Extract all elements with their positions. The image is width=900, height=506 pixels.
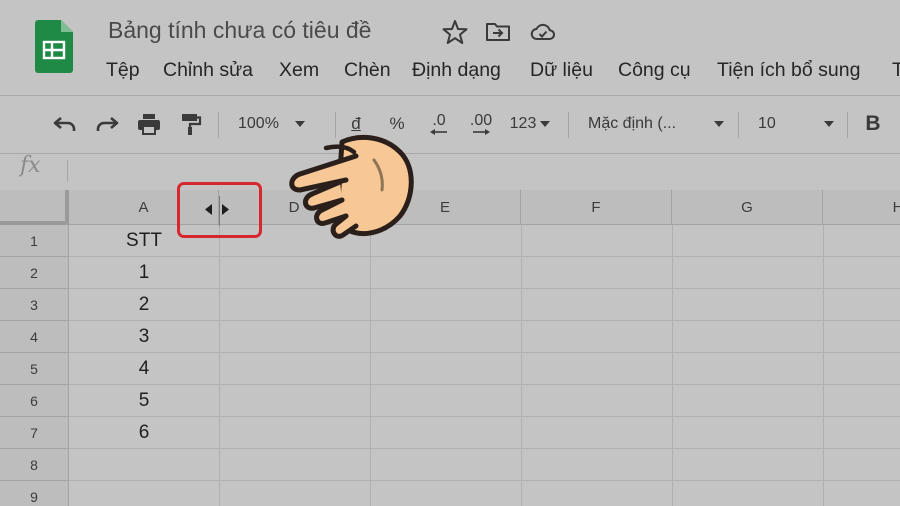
- sheets-logo-icon[interactable]: [35, 20, 73, 73]
- column-header-f[interactable]: F: [521, 190, 672, 225]
- select-all-corner[interactable]: [0, 190, 69, 225]
- menu-format[interactable]: Định dạng: [412, 59, 501, 82]
- gridline: [370, 225, 371, 506]
- menu-insert[interactable]: Chèn: [344, 59, 391, 82]
- gridline: [672, 225, 673, 506]
- paint-format-button[interactable]: [176, 104, 206, 144]
- row-header-1[interactable]: 1: [0, 225, 69, 257]
- row-header-7[interactable]: 7: [0, 417, 69, 449]
- row-header-3[interactable]: 3: [0, 289, 69, 321]
- cloud-status-icon[interactable]: [530, 19, 556, 45]
- menu-view[interactable]: Xem: [279, 59, 319, 82]
- menu-edit[interactable]: Chỉnh sửa: [163, 59, 253, 82]
- cell-a7[interactable]: 6: [69, 417, 219, 449]
- chevron-down-icon: [294, 121, 305, 127]
- gridline: [69, 480, 900, 481]
- toolbar-separator: [218, 112, 219, 138]
- row-header-6[interactable]: 6: [0, 385, 69, 417]
- paint-roller-icon: [182, 114, 202, 135]
- sheets-window: Bảng tính chưa có tiêu đề Tệp Chỉnh sửa …: [0, 0, 900, 506]
- print-button[interactable]: [134, 104, 164, 144]
- printer-icon: [138, 114, 160, 135]
- font-family-select[interactable]: Mặc định (...: [588, 104, 724, 144]
- undo-button[interactable]: [50, 104, 80, 144]
- decrease-decimal-button[interactable]: .0: [424, 104, 454, 144]
- cell-a6[interactable]: 5: [69, 385, 219, 417]
- increase-decimal-button[interactable]: .00: [464, 104, 498, 144]
- cell-a5[interactable]: 4: [69, 353, 219, 385]
- highlight-box: [177, 182, 262, 238]
- toolbar-divider: [0, 153, 900, 154]
- font-family-value: Mặc định (...: [588, 115, 677, 132]
- fx-icon: fx: [20, 153, 41, 178]
- toolbar-separator: [847, 112, 848, 138]
- cell-a3[interactable]: 2: [69, 289, 219, 321]
- gridline: [219, 225, 220, 506]
- row-header-4[interactable]: 4: [0, 321, 69, 353]
- move-to-folder-icon[interactable]: [485, 19, 511, 45]
- star-icon[interactable]: [442, 19, 468, 45]
- toolbar-separator: [738, 112, 739, 138]
- font-size-select[interactable]: 10: [758, 104, 834, 144]
- row-header-8[interactable]: 8: [0, 449, 69, 481]
- chevron-down-icon: [540, 121, 551, 127]
- formula-bar-separator: [67, 160, 68, 182]
- arrow-left-icon: [430, 129, 447, 135]
- gridline: [823, 225, 824, 506]
- row-header-9[interactable]: 9: [0, 481, 69, 506]
- menu-tools[interactable]: Công cụ: [618, 59, 691, 82]
- decrease-decimal-label: .0: [432, 112, 446, 129]
- menu-help[interactable]: T: [892, 59, 900, 82]
- cell-a2[interactable]: 1: [69, 257, 219, 289]
- redo-button[interactable]: [92, 104, 122, 144]
- pointing-hand-icon: [289, 134, 414, 239]
- chevron-down-icon: [824, 121, 834, 127]
- menu-file[interactable]: Tệp: [106, 59, 140, 82]
- increase-decimal-label: .00: [469, 112, 493, 129]
- column-header-h[interactable]: H: [823, 190, 900, 225]
- row-header-5[interactable]: 5: [0, 353, 69, 385]
- zoom-value: 100%: [238, 115, 279, 132]
- arrow-right-icon: [473, 129, 490, 135]
- row-header-2[interactable]: 2: [0, 257, 69, 289]
- chevron-down-icon: [714, 121, 724, 127]
- header-divider: [0, 95, 900, 96]
- cell-a4[interactable]: 3: [69, 321, 219, 353]
- redo-icon: [96, 117, 119, 131]
- menu-addons[interactable]: Tiện ích bổ sung: [717, 59, 860, 82]
- document-title[interactable]: Bảng tính chưa có tiêu đề: [108, 17, 371, 44]
- toolbar-separator: [568, 112, 569, 138]
- undo-icon: [53, 117, 76, 131]
- more-formats-label: 123: [509, 115, 537, 132]
- gridline: [521, 225, 522, 506]
- menu-data[interactable]: Dữ liệu: [530, 59, 593, 82]
- more-formats-button[interactable]: 123: [505, 104, 555, 144]
- spreadsheet-grid: A D E F G H 1 2 3 4 5 6 7 8 9 STT 1 2 3 …: [0, 190, 900, 506]
- column-header-g[interactable]: G: [672, 190, 823, 225]
- font-size-value: 10: [758, 115, 776, 132]
- bold-button[interactable]: B: [860, 104, 886, 144]
